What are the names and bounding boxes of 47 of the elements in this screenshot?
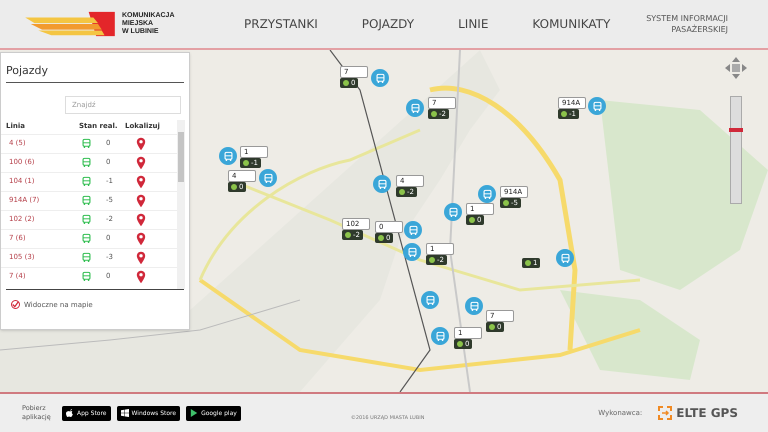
system-title: SYSTEM INFORMACJI — [646, 13, 728, 24]
location-pin-icon[interactable] — [136, 212, 146, 226]
bus-icon — [448, 206, 458, 218]
location-pin-icon[interactable] — [136, 136, 146, 150]
scrollbar[interactable] — [177, 120, 185, 288]
location-pin-icon[interactable] — [136, 250, 146, 264]
bus-icon — [434, 330, 446, 342]
bus-icon — [468, 300, 480, 312]
company-name: ELTE GPS — [676, 405, 738, 422]
location-pin-icon[interactable] — [136, 270, 146, 284]
nav-link[interactable]: LINIE — [458, 15, 488, 33]
bus-icon — [406, 246, 418, 258]
bus-icon — [81, 252, 92, 263]
bus-icon — [410, 102, 420, 114]
location-pin-icon[interactable] — [136, 174, 146, 188]
bus-icon — [81, 214, 92, 225]
bus-icon — [81, 271, 92, 282]
zoom-handle[interactable] — [729, 128, 743, 132]
bus-icon — [262, 172, 274, 184]
bus-icon — [81, 138, 92, 149]
nav-link[interactable]: PRZYSTANKI — [244, 15, 318, 33]
panel-title: Pojazdy — [6, 63, 184, 82]
location-pin-icon[interactable] — [136, 232, 146, 246]
play-icon — [190, 409, 198, 417]
bus-icon — [374, 72, 386, 84]
pan-control-icon[interactable] — [724, 56, 748, 80]
system-title: PASAŻERSKIEJ — [671, 24, 728, 35]
zoom-slider[interactable] — [730, 96, 742, 204]
location-pin-icon[interactable] — [136, 194, 146, 208]
nav-link[interactable]: KOMUNIKATY — [532, 15, 610, 33]
bus-icon — [81, 233, 92, 244]
nav-link[interactable]: POJAZDY — [362, 15, 414, 33]
bus-icon — [592, 100, 602, 112]
bus-icon — [81, 157, 92, 168]
bus-icon — [482, 188, 492, 200]
windows-icon — [120, 409, 128, 417]
location-pin-icon[interactable] — [136, 156, 146, 170]
bus-icon — [424, 294, 436, 306]
bus-icon — [376, 178, 388, 190]
company-logo-icon — [658, 406, 672, 420]
checkbox[interactable] — [11, 300, 20, 310]
bus-icon — [408, 224, 418, 236]
bus-icon — [560, 252, 570, 264]
apple-icon — [66, 408, 74, 418]
bus-icon — [222, 150, 234, 162]
bus-icon — [81, 176, 92, 187]
bus-icon — [81, 195, 92, 206]
